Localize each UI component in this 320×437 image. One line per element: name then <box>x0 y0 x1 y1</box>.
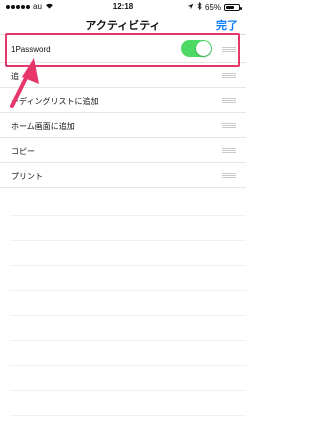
activity-row-1password[interactable]: 1Password <box>0 35 246 63</box>
activity-row[interactable]: プリント <box>0 163 246 188</box>
activity-toggle[interactable] <box>181 40 212 57</box>
activity-label: ホーム画面に追加 <box>11 122 75 131</box>
location-icon <box>187 3 194 12</box>
reorder-handle-icon[interactable] <box>222 173 236 179</box>
activity-row[interactable]: ホーム画面に追加 <box>0 113 246 138</box>
activity-label: コピー <box>11 147 35 156</box>
reorder-handle-icon[interactable] <box>222 123 236 129</box>
system-indicators: 65% <box>187 1 242 12</box>
bluetooth-icon <box>197 1 202 12</box>
activity-label: ーディングリストに追加 <box>11 97 99 106</box>
activity-label: 1Password <box>11 45 51 54</box>
reorder-handle-icon[interactable] <box>222 47 236 53</box>
reorder-handle-icon[interactable] <box>222 148 236 154</box>
activity-label: 追 <box>11 72 19 81</box>
battery-percent: 65% <box>204 2 221 12</box>
reorder-handle-icon[interactable] <box>222 73 236 79</box>
toggle-knob <box>196 41 211 56</box>
activity-row[interactable]: コピー <box>0 138 246 163</box>
activity-row[interactable]: ーディングリストに追加 <box>0 88 246 113</box>
activity-label: プリント <box>11 172 43 181</box>
battery-icon <box>224 3 242 11</box>
status-bar: au 12:18 65% <box>0 0 246 14</box>
activity-list: 1Password 追 ーディングリストに追加 ホーム画面に追加 コピー プリン… <box>0 35 246 395</box>
reorder-handle-icon[interactable] <box>222 98 236 104</box>
page-title: アクティビティ <box>85 20 161 32</box>
navigation-bar: アクティビティ 完了 <box>0 14 246 35</box>
activity-row[interactable]: 追 <box>0 63 246 88</box>
done-button[interactable]: 完了 <box>216 17 238 33</box>
